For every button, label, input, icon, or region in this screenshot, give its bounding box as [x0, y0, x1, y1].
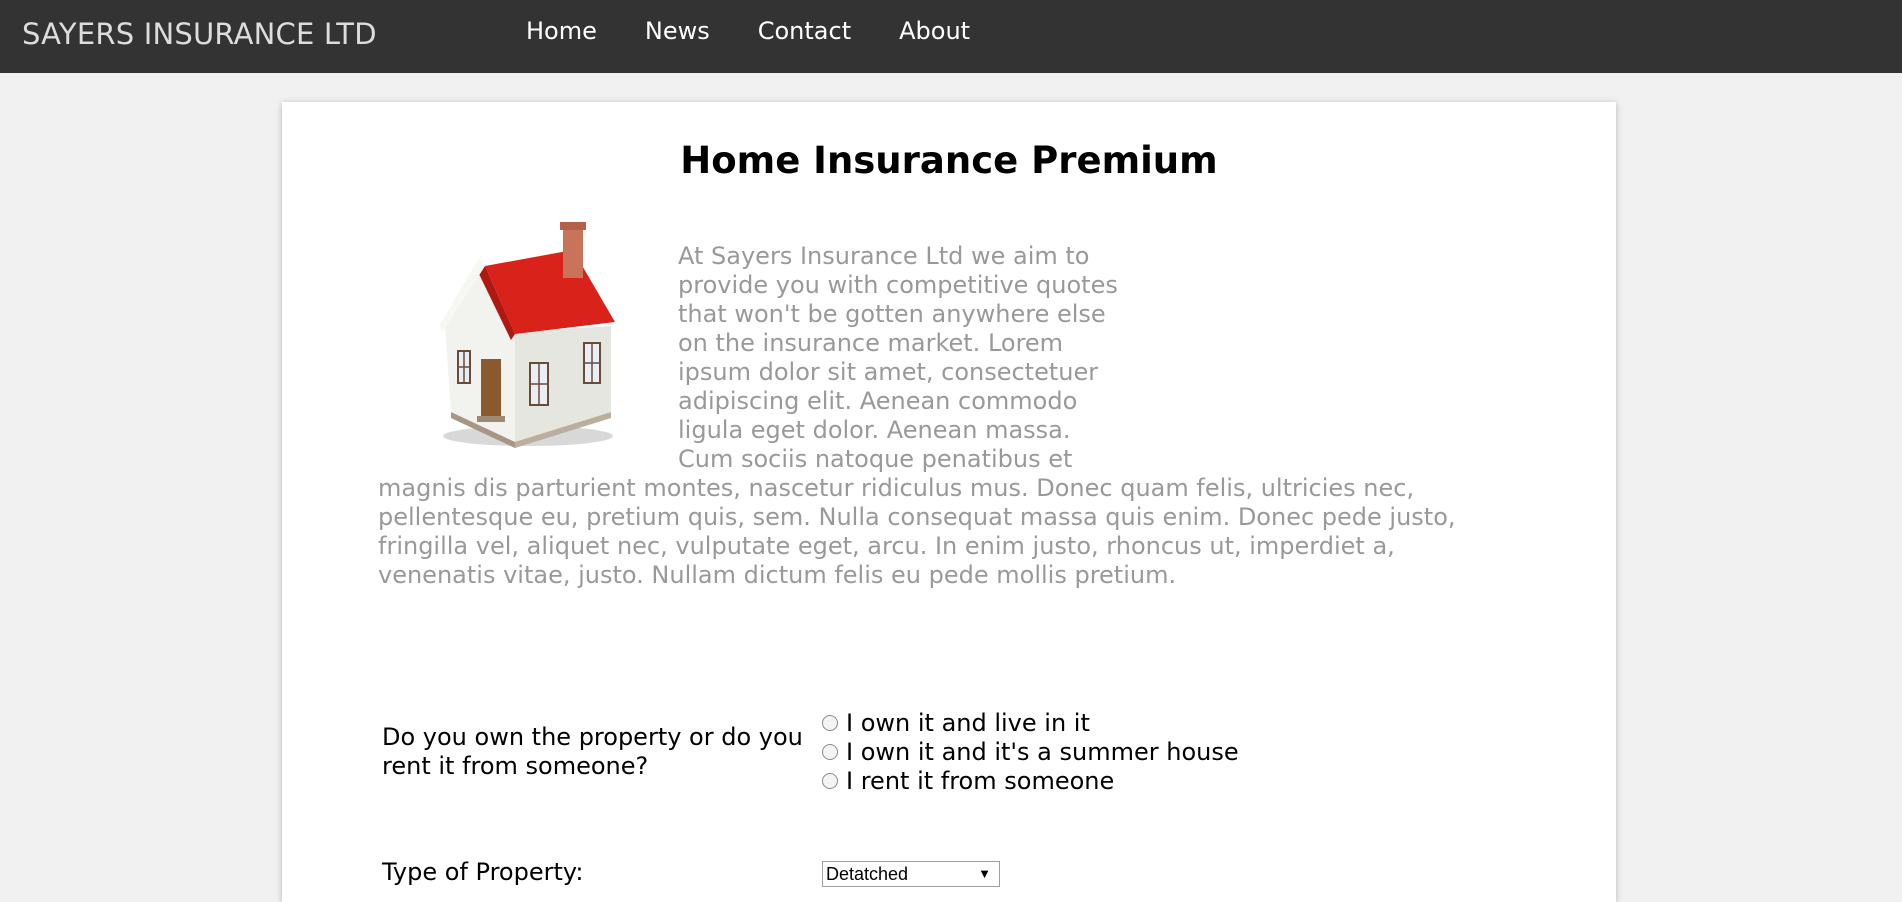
content-card: Home Insurance Premium At Sayers Insuran… [282, 102, 1616, 902]
radio-button[interactable] [822, 743, 838, 760]
ownership-option-live-in[interactable]: I own it and live in it [822, 709, 1239, 738]
brand-logo-text[interactable]: SAYERS INSURANCE LTD [22, 17, 377, 51]
intro-text-top: At Sayers Insurance Ltd we aim to provid… [678, 242, 1118, 473]
property-type-select[interactable]: Detatched ▼ [822, 861, 1000, 887]
ownership-option-summer-house[interactable]: I own it and it's a summer house [822, 738, 1239, 767]
radio-label: I own it and it's a summer house [846, 738, 1239, 766]
ownership-option-rent[interactable]: I rent it from someone [822, 767, 1239, 796]
nav-contact-link[interactable]: Contact [758, 17, 851, 45]
intro-text-bottom: magnis dis parturient montes, nascetur r… [378, 474, 1456, 589]
radio-button[interactable] [822, 772, 838, 789]
ownership-radio-group: I own it and live in it I own it and it'… [822, 709, 1239, 796]
property-type-value: Detatched [826, 864, 909, 884]
radio-label: I own it and live in it [846, 709, 1090, 737]
house-image [439, 222, 615, 448]
dropdown-arrow-icon: ▼ [978, 866, 991, 881]
nav-home-link[interactable]: Home [526, 17, 597, 45]
property-type-label: Type of Property: [382, 858, 584, 886]
nav-about-link[interactable]: About [899, 17, 970, 45]
page-title: Home Insurance Premium [680, 139, 1218, 182]
main-nav: Home News Contact About [526, 17, 1018, 45]
radio-button[interactable] [822, 714, 838, 731]
ownership-question-label: Do you own the property or do you rent i… [382, 723, 803, 780]
top-navbar: SAYERS INSURANCE LTD Home News Contact A… [0, 0, 1902, 73]
radio-label: I rent it from someone [846, 767, 1115, 795]
nav-news-link[interactable]: News [645, 17, 710, 45]
